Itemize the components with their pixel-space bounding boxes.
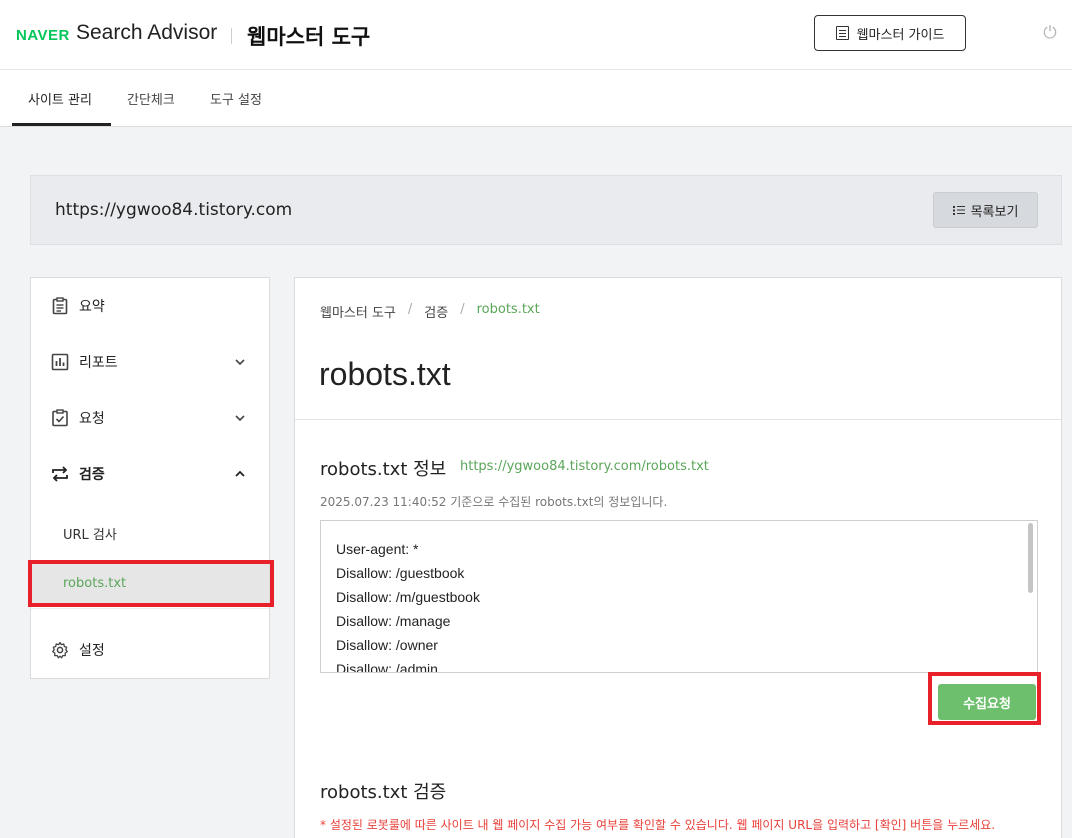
sidebar-item-label: 요청 <box>79 411 105 427</box>
robots-verify-note: * 설정된 로봇룰에 따른 사이트 내 웹 페이지 수집 가능 여부를 확인할 … <box>320 818 996 832</box>
tab-quick-check[interactable]: 간단체크 <box>127 89 175 108</box>
title-divider <box>295 419 1061 420</box>
sidebar-item-label: 요약 <box>79 299 105 315</box>
main-panel: 웹마스터 도구 / 검증 / robots.txt robots.txt rob… <box>294 277 1062 838</box>
sidebar-divider <box>31 608 269 609</box>
robots-content: User-agent: * Disallow: /guestbook Disal… <box>336 537 480 673</box>
breadcrumb-separator: / <box>407 302 413 317</box>
page-title: robots.txt <box>319 356 451 392</box>
list-view-label: 목록보기 <box>970 204 1019 220</box>
breadcrumb-current: robots.txt <box>476 302 540 317</box>
top-header: NAVER Search Advisor 웹마스터 도구 웹마스터 가이드 ⏻ <box>0 0 1072 70</box>
sidebar-subitem-robots-txt[interactable]: robots.txt <box>31 564 269 604</box>
robots-line: User-agent: * <box>336 541 419 557</box>
robots-verify-title: robots.txt 검증 <box>320 782 447 803</box>
sidebar-item-settings[interactable]: 설정 <box>31 628 269 672</box>
site-url: https://ygwoo84.tistory.com <box>55 200 293 220</box>
sidebar-item-label: 리포트 <box>79 355 118 371</box>
tab-bar: 사이트 관리 간단체크 도구 설정 <box>0 70 1072 127</box>
robots-line: Disallow: /m/guestbook <box>336 589 480 605</box>
naver-logo[interactable]: NAVER <box>16 27 70 44</box>
checklist-icon <box>52 409 68 427</box>
robots-content-box[interactable]: User-agent: * Disallow: /guestbook Disal… <box>320 520 1038 673</box>
collect-request-button[interactable]: 수집요청 <box>938 684 1036 720</box>
tab-site-management[interactable]: 사이트 관리 <box>28 89 92 108</box>
sidebar-item-summary[interactable]: 요약 <box>31 284 269 328</box>
site-header-box: https://ygwoo84.tistory.com 목록보기 <box>30 175 1062 245</box>
breadcrumb-item[interactable]: 웹마스터 도구 <box>320 302 396 321</box>
clipboard-icon <box>52 297 68 315</box>
tab-tool-settings[interactable]: 도구 설정 <box>210 89 262 108</box>
brand-title[interactable]: Search Advisor <box>76 21 217 45</box>
sidebar-subitem-url-inspect[interactable]: URL 검사 <box>31 516 269 556</box>
brand-divider <box>231 28 232 44</box>
sidebar-item-label: 검증 <box>79 467 105 483</box>
list-view-button[interactable]: 목록보기 <box>933 192 1038 228</box>
chevron-up-icon[interactable] <box>235 469 245 479</box>
chevron-down-icon[interactable] <box>235 357 245 367</box>
robots-line: Disallow: /owner <box>336 637 438 653</box>
power-icon[interactable]: ⏻ <box>1041 24 1059 42</box>
scrollbar-thumb[interactable] <box>1028 523 1033 593</box>
robots-info-title: robots.txt 정보 <box>320 459 447 480</box>
robots-txt-link[interactable]: https://ygwoo84.tistory.com/robots.txt <box>460 459 709 474</box>
sidebar-item-label: 설정 <box>79 643 105 659</box>
sidebar-item-report[interactable]: 리포트 <box>31 340 269 384</box>
webmaster-guide-button[interactable]: 웹마스터 가이드 <box>814 15 966 51</box>
sidebar-item-request[interactable]: 요청 <box>31 396 269 440</box>
tool-title: 웹마스터 도구 <box>247 25 371 49</box>
document-icon <box>835 26 849 40</box>
breadcrumb: 웹마스터 도구 / 검증 / robots.txt <box>320 302 540 321</box>
sidebar-item-verify[interactable]: 검증 <box>31 452 269 496</box>
chevron-down-icon[interactable] <box>235 413 245 423</box>
gear-icon <box>52 641 68 659</box>
bar-chart-icon <box>51 353 69 371</box>
robots-collected-note: 2025.07.23 11:40:52 기준으로 수집된 robots.txt의… <box>320 495 668 509</box>
list-icon <box>952 205 965 215</box>
webmaster-guide-label: 웹마스터 가이드 <box>856 27 945 43</box>
sidebar: 요약 리포트 요청 검증 URL 검사 robots.txt 설정 <box>30 277 270 679</box>
breadcrumb-item[interactable]: 검증 <box>424 302 448 321</box>
robots-line: Disallow: /manage <box>336 613 451 629</box>
swap-arrows-icon <box>52 466 68 482</box>
robots-line: Disallow: /guestbook <box>336 565 465 581</box>
active-tab-indicator <box>12 123 111 126</box>
robots-line: Disallow: /admin <box>336 661 438 673</box>
breadcrumb-separator: / <box>460 302 465 317</box>
